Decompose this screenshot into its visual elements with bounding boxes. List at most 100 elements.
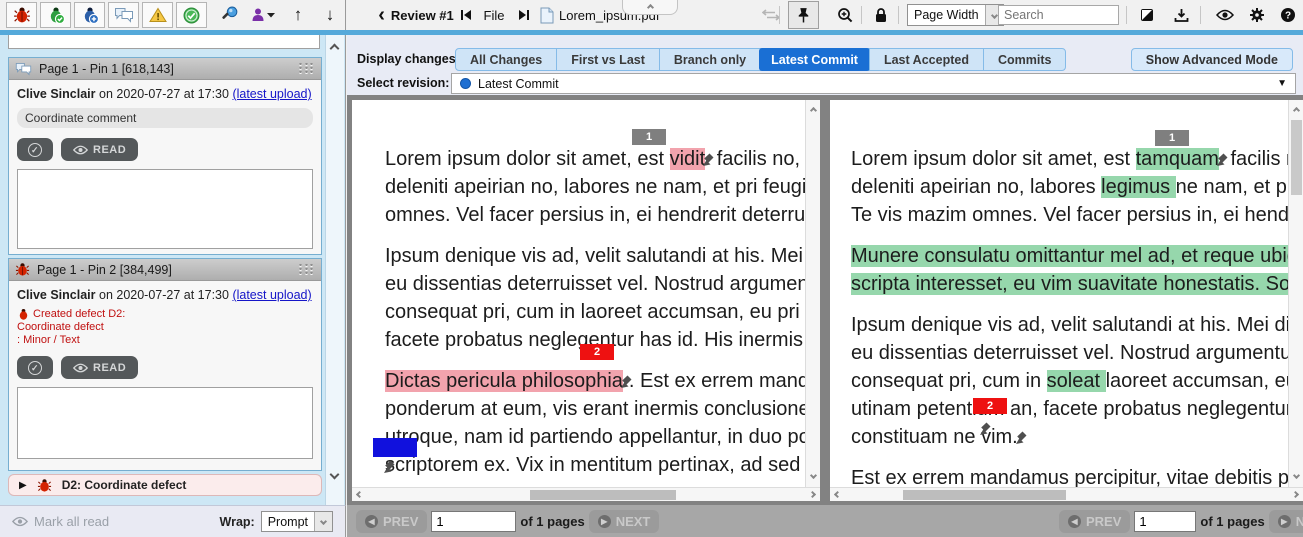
change-badge[interactable]: 2	[973, 398, 1007, 414]
accept-comment-button[interactable]: ✓	[17, 138, 53, 161]
comment-card-header[interactable]: Page 1 - Pin 1 [618,143]	[9, 58, 321, 80]
comment-reply-textarea[interactable]	[17, 169, 313, 249]
zoom-in-button[interactable]	[834, 2, 856, 28]
settings-button[interactable]	[1246, 2, 1268, 28]
page-number-input[interactable]	[1134, 511, 1196, 532]
vscroll-thumb[interactable]	[1291, 120, 1302, 195]
expand-triangle-icon[interactable]: ▶	[19, 480, 27, 491]
lock-button[interactable]	[871, 2, 891, 28]
mode-button-all-changes[interactable]: All Changes	[456, 49, 556, 70]
download-button[interactable]	[1171, 2, 1191, 28]
annotation-pin-icon[interactable]	[383, 460, 395, 473]
defect-bug-add-button[interactable]	[74, 2, 105, 28]
revision-select[interactable]: Latest Commit ▼	[451, 73, 1296, 94]
highlight-green[interactable]: legimus	[1101, 176, 1175, 198]
scroll-up-icon[interactable]	[1289, 103, 1303, 118]
mode-button-latest-commit[interactable]: Latest Commit	[759, 48, 870, 71]
mark-read-button[interactable]: READ	[61, 138, 138, 161]
sidebar-scroll-down-icon[interactable]	[327, 467, 342, 482]
scroll-left-icon[interactable]	[352, 487, 367, 502]
scroll-up-button[interactable]: ↑	[288, 2, 308, 28]
scroll-left-icon[interactable]	[830, 487, 845, 502]
zoom-level-select[interactable]: Page Width	[907, 2, 1004, 28]
comments-button[interactable]	[108, 2, 139, 28]
approved-button[interactable]	[176, 2, 207, 28]
right-pane-hscrollbar[interactable]	[830, 487, 1303, 501]
scroll-down-icon[interactable]	[806, 468, 821, 483]
last-file-button[interactable]	[515, 2, 533, 28]
drag-handle-icon[interactable]	[299, 63, 315, 75]
defect-card-header[interactable]: Page 1 - Pin 2 [384,499]	[9, 259, 321, 281]
highlight-green[interactable]: scripta interesset, eu vim suavitate hon…	[851, 273, 1289, 295]
scroll-down-icon[interactable]	[1289, 468, 1303, 483]
page-number-input[interactable]	[431, 511, 516, 532]
defect-bug-red-button[interactable]	[6, 2, 37, 28]
hscroll-thumb[interactable]	[530, 490, 676, 500]
wrap-select[interactable]: Prompt	[261, 511, 333, 532]
mode-button-last-accepted[interactable]: Last Accepted	[869, 49, 983, 70]
annotation-pin-icon[interactable]	[702, 153, 714, 166]
highlight-pink[interactable]: vidit	[670, 148, 706, 170]
defect-reply-textarea[interactable]	[17, 387, 313, 459]
first-file-button[interactable]	[457, 2, 475, 28]
back-chevron-icon: ‹	[378, 4, 385, 27]
annotation-pin-icon[interactable]	[620, 375, 632, 388]
contrast-button[interactable]	[1137, 2, 1157, 28]
scroll-down-button[interactable]: ↓	[320, 2, 340, 28]
prev-arrow-icon: ◀	[1068, 515, 1081, 528]
back-to-review-button[interactable]: ‹ Review #1	[361, 2, 471, 28]
latest-upload-link[interactable]: (latest upload)	[232, 87, 311, 101]
left-pane-hscrollbar[interactable]	[352, 487, 820, 501]
annotation-pin-icon[interactable]	[1216, 153, 1228, 166]
left-pane-vscrollbar[interactable]	[805, 100, 820, 487]
warning-triangle-icon	[149, 7, 167, 23]
hscroll-thumb[interactable]	[903, 490, 1066, 500]
show-advanced-mode-button[interactable]: Show Advanced Mode	[1131, 48, 1293, 71]
scroll-up-icon[interactable]	[806, 103, 821, 118]
file-menu[interactable]: File	[479, 2, 509, 28]
highlight-green[interactable]: Munere consulatu omittantur mel ad, et r…	[851, 245, 1289, 267]
scroll-right-icon[interactable]	[805, 487, 820, 502]
prev-page-button[interactable]: ◀PREV	[1059, 510, 1130, 533]
revision-value: Latest Commit	[478, 77, 1270, 91]
annotation-pin-icon[interactable]	[1015, 431, 1027, 444]
mode-button-branch-only[interactable]: Branch only	[659, 49, 760, 70]
mode-button-first-vs-last[interactable]: First vs Last	[556, 49, 659, 70]
view-options-button[interactable]	[1214, 2, 1236, 28]
doc-line: constituam ne vim.	[851, 423, 1289, 451]
search-pin-button[interactable]	[218, 2, 242, 28]
help-button[interactable]: ?	[1277, 2, 1299, 28]
prev-page-button[interactable]: ◀PREV	[356, 510, 427, 533]
highlight-green[interactable]: soleat	[1047, 370, 1106, 392]
highlight-green[interactable]: tamquam	[1136, 148, 1219, 170]
next-page-button[interactable]: ▶NEXT	[1269, 510, 1303, 533]
right-pane-vscrollbar[interactable]	[1288, 100, 1303, 487]
highlight-pink[interactable]: Dictas pericula philosophia	[385, 370, 623, 392]
annotation-pin-icon[interactable]	[979, 422, 991, 435]
change-badge[interactable]: 2	[580, 344, 614, 360]
warning-button[interactable]	[142, 2, 173, 28]
search-input[interactable]	[998, 5, 1119, 25]
accept-defect-button[interactable]: ✓	[17, 356, 53, 379]
mark-all-read-button[interactable]: Mark all read	[12, 514, 109, 529]
change-badge[interactable]: 1	[632, 129, 666, 145]
document-page-old[interactable]: Lorem ipsum dolor sit amet, est vidit fa…	[352, 100, 805, 487]
doc-line: Ipsum denique vis ad, velit salutandi at…	[851, 311, 1289, 339]
drag-handle-icon[interactable]	[299, 264, 315, 276]
sidebar-scrollbar[interactable]	[325, 35, 344, 505]
change-badge[interactable]: 1	[1155, 130, 1189, 146]
scroll-right-icon[interactable]	[1288, 487, 1303, 502]
latest-upload-link[interactable]: (latest upload)	[232, 288, 311, 302]
doc-text: consequat pri, cum in	[851, 370, 1047, 392]
defect-bug-accepted-button[interactable]	[40, 2, 71, 28]
defect-summary-row[interactable]: ▶ D2: Coordinate defect	[8, 474, 322, 496]
mark-read-button[interactable]: READ	[61, 356, 138, 379]
collapse-toolbar-tab[interactable]	[622, 0, 678, 15]
pin-mode-button[interactable]	[788, 1, 819, 29]
mode-button-commits[interactable]: Commits	[983, 49, 1065, 70]
sidebar-scroll-up-icon[interactable]	[327, 41, 342, 56]
selection-box[interactable]	[373, 438, 417, 457]
next-page-button[interactable]: ▶NEXT	[589, 510, 660, 533]
document-page-new[interactable]: Lorem ipsum dolor sit amet, est tamquam …	[830, 100, 1289, 487]
user-menu-button[interactable]	[248, 2, 278, 28]
